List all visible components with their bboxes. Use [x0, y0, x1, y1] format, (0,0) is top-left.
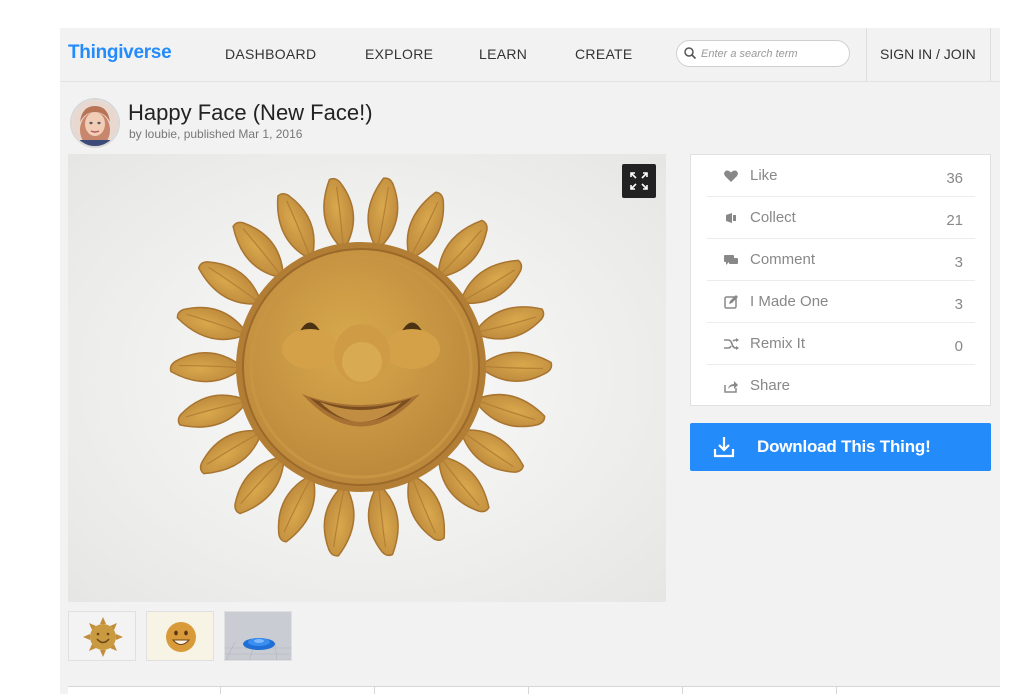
share-icon	[724, 381, 738, 393]
nav-create[interactable]: CREATE	[575, 46, 633, 62]
collect-count: 21	[946, 212, 963, 229]
remix-icon	[724, 338, 739, 350]
nav-learn[interactable]: LEARN	[479, 46, 527, 62]
share-button[interactable]: Share	[707, 365, 975, 407]
sun-face-image	[68, 154, 666, 602]
avatar[interactable]	[70, 98, 120, 148]
main-image[interactable]	[68, 154, 666, 602]
signin-join-link[interactable]: SIGN IN / JOIN	[880, 46, 976, 62]
remix-count: 0	[954, 338, 963, 355]
page: Thingiverse DASHBOARD EXPLORE LEARN CREA…	[60, 28, 1000, 694]
expand-button[interactable]	[622, 164, 656, 198]
expand-icon	[630, 172, 648, 190]
byline: by loubie, published Mar 1, 2016	[129, 127, 303, 141]
download-label: Download This Thing!	[757, 437, 931, 456]
comment-icon	[724, 255, 738, 265]
nav-explore[interactable]: EXPLORE	[365, 46, 433, 62]
thumbnail-1[interactable]	[68, 611, 136, 661]
nav-divider	[866, 28, 867, 82]
nav-dashboard[interactable]: DASHBOARD	[225, 46, 316, 62]
like-label: Like	[750, 167, 778, 184]
share-label: Share	[750, 377, 791, 394]
made-one-label: I Made One	[750, 293, 829, 310]
search-input[interactable]	[701, 45, 841, 63]
thumbnail-model-image	[225, 612, 291, 660]
stats-panel: Like 36 Collect 21 Comment 3 I Made One …	[690, 154, 991, 406]
thingiverse-logo[interactable]: Thingiverse	[68, 42, 172, 64]
remix-button[interactable]: Remix It 0	[707, 323, 975, 365]
download-icon	[713, 437, 735, 458]
comment-count: 3	[954, 254, 963, 271]
heart-icon	[724, 170, 738, 182]
page-title: Happy Face (New Face!)	[128, 100, 373, 125]
comment-button[interactable]: Comment 3	[707, 239, 975, 281]
thumbnail-3[interactable]	[224, 611, 292, 661]
search-box[interactable]	[676, 40, 850, 67]
download-button[interactable]: Download This Thing!	[690, 423, 991, 471]
comment-label: Comment	[750, 251, 816, 268]
made-one-button[interactable]: I Made One 3	[707, 281, 975, 323]
tab-bar	[68, 686, 1000, 694]
made-one-count: 3	[954, 296, 963, 313]
collect-icon	[726, 213, 736, 223]
nav-divider	[990, 28, 991, 82]
collect-label: Collect	[750, 209, 796, 226]
search-icon	[684, 47, 697, 60]
avatar-image	[72, 100, 118, 146]
like-button[interactable]: Like 36	[707, 155, 975, 197]
remix-label: Remix It	[750, 335, 806, 352]
thumbnail-sun-image	[69, 612, 135, 660]
made-icon	[724, 295, 738, 309]
top-nav: Thingiverse DASHBOARD EXPLORE LEARN CREA…	[60, 28, 1000, 82]
collect-button[interactable]: Collect 21	[707, 197, 975, 239]
like-count: 36	[946, 170, 963, 187]
thumbnail-2[interactable]	[146, 611, 214, 661]
thumbnail-face-image	[147, 612, 213, 660]
